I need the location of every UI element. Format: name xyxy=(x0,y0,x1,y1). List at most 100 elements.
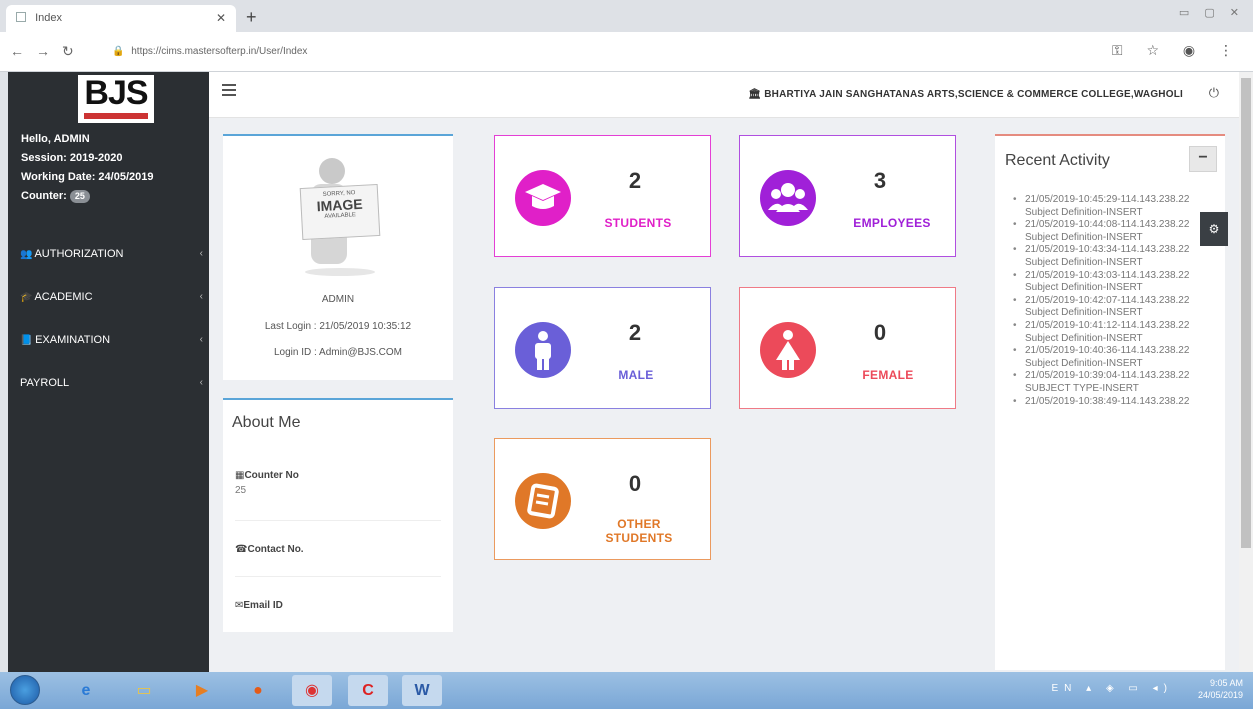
sidebar-item-payroll[interactable]: PAYROLL ‹ xyxy=(8,369,209,412)
chrome-icon[interactable]: ◉ xyxy=(292,675,332,706)
logo-text: BJS xyxy=(84,74,148,112)
list-item: 21/05/2019-10:43:03-114.143.238.22 Subje… xyxy=(1013,270,1223,295)
sidebar-item-academic[interactable]: 🎓 ACADEMIC ‹ xyxy=(8,283,209,326)
power-icon[interactable]: ⏻ xyxy=(1209,85,1219,101)
sidebar-item-label: ACADEMIC xyxy=(34,291,93,303)
female-count: 0 xyxy=(873,320,887,345)
no-image-placeholder: SORRY, NO IMAGE AVAILABLE xyxy=(295,158,385,278)
word-icon[interactable]: W xyxy=(402,675,442,706)
contact-label: ☎Contact No. xyxy=(235,544,304,555)
chevron-left-icon: ‹ xyxy=(199,334,203,345)
male-label: MALE xyxy=(618,368,654,382)
counter-label: Counter: xyxy=(21,190,67,202)
settings-gear-icon[interactable]: ⚙ xyxy=(1200,212,1228,246)
group-users-icon xyxy=(760,170,816,226)
last-login: Last Login : 21/05/2019 10:35:12 xyxy=(264,321,412,332)
students-label: STUDENTS xyxy=(604,216,672,230)
browser-tab[interactable]: Index ✕ xyxy=(6,5,236,32)
list-item: 21/05/2019-10:40:36-114.143.238.22 Subje… xyxy=(1013,345,1223,370)
ie-icon[interactable]: e xyxy=(66,675,106,706)
counter-no-label: ▦Counter No xyxy=(235,470,299,481)
graduation-cap-icon xyxy=(515,170,571,226)
list-item: 21/05/2019-10:44:08-114.143.238.22 Subje… xyxy=(1013,219,1223,244)
list-item: 21/05/2019-10:39:04-114.143.238.22 SUBJE… xyxy=(1013,370,1223,395)
sidebar-item-label: AUTHORIZATION xyxy=(34,248,124,260)
working-date: Working Date: 24/05/2019 xyxy=(21,171,154,183)
url-input[interactable]: 🔒 https://cims.mastersofterp.in/User/Ind… xyxy=(112,38,1122,66)
users-icon: 👥 xyxy=(20,249,33,260)
minimize-button[interactable]: − xyxy=(1189,146,1217,172)
firefox-icon[interactable]: ● xyxy=(238,675,278,706)
sidebar-item-authorization[interactable]: 👥 AUTHORIZATION ‹ xyxy=(8,240,209,283)
sidebar-item-label: EXAMINATION xyxy=(35,334,111,346)
counter-badge: 25 xyxy=(69,190,90,203)
about-title: About Me xyxy=(232,414,301,431)
back-arrow-icon[interactable]: ← xyxy=(10,43,24,59)
system-tray-icons[interactable]: EN ▴ ◈ ▭ ◂) xyxy=(1051,683,1173,694)
hamburger-menu-icon[interactable] xyxy=(222,84,236,99)
list-item: 21/05/2019-10:42:07-114.143.238.22 Subje… xyxy=(1013,295,1223,320)
new-tab-icon[interactable]: + xyxy=(246,7,257,28)
browser-tab-bar: Index ✕ + ▭ ▢ ✕ xyxy=(0,0,1253,32)
app-c-icon[interactable]: C xyxy=(348,675,388,706)
other-students-count: 0 xyxy=(628,471,642,496)
page-scrollbar[interactable] xyxy=(1239,72,1253,672)
session-text: Session: 2019-2020 xyxy=(21,152,123,164)
other-students-label: OTHER STUDENTS xyxy=(605,517,673,545)
employees-count: 3 xyxy=(873,168,887,193)
close-tab-icon[interactable]: ✕ xyxy=(216,11,226,25)
clock[interactable]: 9:05 AM 24/05/2019 xyxy=(1198,677,1243,701)
user-info: Hello, ADMIN Session: 2019-2020 Working … xyxy=(21,130,153,206)
clock-time: 9:05 AM xyxy=(1209,678,1243,688)
list-item: 21/05/2019-10:45:29-114.143.238.22 Subje… xyxy=(1013,194,1223,219)
sidebar-item-examination[interactable]: 📘 EXAMINATION ‹ xyxy=(8,326,209,369)
sidebar: BJS Hello, ADMIN Session: 2019-2020 Work… xyxy=(8,72,209,672)
folder-icon[interactable]: ▭ xyxy=(124,675,164,706)
chevron-left-icon: ‹ xyxy=(199,291,203,302)
female-icon xyxy=(760,322,816,378)
male-card[interactable]: 2 MALE xyxy=(494,287,711,409)
counter-no-value: 25 xyxy=(235,485,247,496)
other-students-card[interactable]: 0 OTHER STUDENTS xyxy=(494,438,711,560)
list-item: 21/05/2019-10:43:34-114.143.238.22 Subje… xyxy=(1013,244,1223,269)
phone-icon: ☎ xyxy=(235,544,248,555)
list-item: 21/05/2019-10:38:49-114.143.238.22 xyxy=(1013,396,1223,409)
employees-card[interactable]: 3 EMPLOYEES xyxy=(739,135,956,257)
main-content: 🏛 BHARTIYA JAIN SANGHATANAS ARTS,SCIENCE… xyxy=(209,72,1239,672)
students-count: 2 xyxy=(628,168,642,193)
forward-arrow-icon[interactable]: → xyxy=(36,43,50,59)
tab-title: Index xyxy=(35,12,62,24)
sidebar-item-label: PAYROLL xyxy=(20,377,70,389)
lock-icon: 🔒 xyxy=(112,46,125,57)
list-item: 21/05/2019-10:41:12-114.143.238.22 Subje… xyxy=(1013,320,1223,345)
about-me-card: About Me ▦Counter No 25 ☎Contact No. ✉Em… xyxy=(223,398,453,632)
media-player-icon[interactable]: ▶ xyxy=(182,675,222,706)
book-icon xyxy=(515,473,571,529)
college-name: 🏛 BHARTIYA JAIN SANGHATANAS ARTS,SCIENCE… xyxy=(748,89,1183,100)
employees-label: EMPLOYEES xyxy=(853,216,931,230)
male-count: 2 xyxy=(628,320,642,345)
greeting: Hello, ADMIN xyxy=(21,133,90,145)
profile-name: ADMIN xyxy=(321,294,355,305)
email-label: ✉Email ID xyxy=(235,600,283,611)
book-icon: 📘 xyxy=(20,335,33,346)
students-card[interactable]: 2 STUDENTS xyxy=(494,135,711,257)
graduation-cap-icon: 🎓 xyxy=(20,292,33,303)
chevron-left-icon: ‹ xyxy=(199,248,203,259)
window-controls[interactable]: ▭ ▢ ✕ xyxy=(1179,6,1245,19)
top-header: 🏛 BHARTIYA JAIN SANGHATANAS ARTS,SCIENCE… xyxy=(209,72,1239,118)
female-label: FEMALE xyxy=(862,368,914,382)
login-id: Login ID : Admin@BJS.COM xyxy=(274,347,402,358)
language-indicator: EN xyxy=(1051,683,1078,694)
institution-icon: 🏛 xyxy=(748,89,762,100)
start-button[interactable] xyxy=(10,675,40,705)
male-icon xyxy=(515,322,571,378)
profile-card: SORRY, NO IMAGE AVAILABLE ADMIN Last Log… xyxy=(223,134,453,380)
sidebar-menu: 👥 AUTHORIZATION ‹ 🎓 ACADEMIC ‹ 📘 EXAMINA… xyxy=(8,240,209,412)
reload-icon[interactable]: ↻ xyxy=(62,43,74,60)
female-card[interactable]: 0 FEMALE xyxy=(739,287,956,409)
url-text: https://cims.mastersofterp.in/User/Index xyxy=(131,46,308,57)
page-favicon-icon xyxy=(16,12,26,22)
clock-date: 24/05/2019 xyxy=(1197,690,1243,700)
browser-right-icons[interactable]: ⚿ ☆ ◉ ⋮ xyxy=(1112,42,1243,59)
